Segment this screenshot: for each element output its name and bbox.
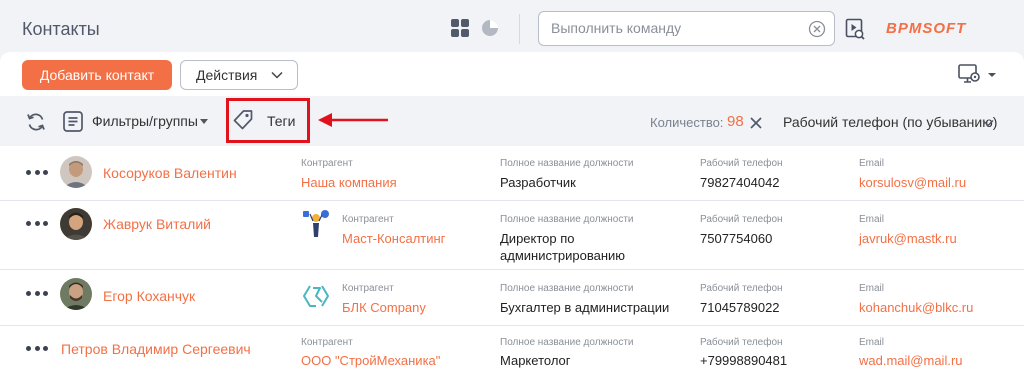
table-row[interactable]: Петров Владимир Сергеевич Контрагент ООО… (0, 326, 1024, 378)
work-phone-value[interactable]: 7507754060 (700, 230, 772, 247)
account-label: Контрагент (301, 337, 353, 348)
work-phone-label: Рабочий телефон (700, 283, 783, 294)
account-logo-icon (303, 285, 329, 307)
email-label: Email (859, 337, 885, 348)
filter-bar: Фильтры/группы Теги Количество: 98 Рабоч… (0, 96, 1024, 146)
account-link[interactable]: Наша компания (301, 174, 397, 191)
page-header: Контакты BPMSOFT (0, 0, 1024, 58)
contact-name[interactable]: Жаврук Виталий (103, 216, 211, 232)
email-link[interactable]: javruk@mastk.ru (859, 230, 957, 247)
email-link[interactable]: korsulosv@mail.ru (859, 174, 966, 191)
account-link[interactable]: БЛК Company (342, 299, 426, 316)
account-link[interactable]: ООО "СтройМеханика" (301, 352, 440, 369)
row-menu-icon[interactable] (26, 220, 48, 226)
avatar (60, 208, 92, 240)
job-title-value: Разработчик (500, 175, 576, 190)
table-row[interactable]: Егор Коханчук Контрагент БЛК Company Пол… (0, 270, 1024, 326)
job-title-label: Полное название должности (500, 158, 634, 169)
email-label: Email (859, 158, 885, 169)
email-label: Email (859, 283, 885, 294)
job-title-value-line2: администрированию (500, 248, 626, 263)
header-divider (519, 14, 520, 44)
view-settings-icon[interactable] (958, 64, 1000, 86)
account-label: Контрагент (342, 214, 394, 225)
work-phone-label: Рабочий телефон (700, 158, 783, 169)
close-icon[interactable] (750, 117, 762, 129)
dashboard-view-icon[interactable] (481, 19, 499, 37)
work-phone-label: Рабочий телефон (700, 337, 783, 348)
job-title-value: Бухгалтер в администрации (500, 300, 670, 315)
refresh-icon[interactable] (26, 112, 46, 132)
command-input[interactable] (551, 20, 801, 36)
annotation-arrow (318, 113, 388, 127)
record-count-label: Количество: (650, 115, 724, 130)
contact-name[interactable]: Петров Владимир Сергеевич (61, 341, 251, 357)
add-contact-button[interactable]: Добавить контакт (22, 60, 172, 90)
email-link[interactable]: kohanchuk@blkc.ru (859, 299, 973, 316)
grid-view-icon[interactable] (451, 19, 469, 37)
contact-name[interactable]: Егор Коханчук (103, 288, 195, 304)
row-menu-icon[interactable] (26, 345, 48, 351)
avatar (60, 278, 92, 310)
job-title-value: Директор по (500, 231, 575, 246)
chevron-down-icon (271, 71, 283, 79)
account-logo-icon (303, 210, 329, 237)
row-menu-icon[interactable] (26, 290, 48, 296)
contact-name[interactable]: Косоруков Валентин (103, 165, 237, 181)
tags-button[interactable]: Теги (267, 113, 295, 129)
job-title-label: Полное название должности (500, 214, 634, 225)
sort-dropdown[interactable]: Рабочий телефон (по убыванию) (783, 114, 997, 130)
job-title-label: Полное название должности (500, 337, 634, 348)
filters-groups-button[interactable]: Фильтры/группы (92, 113, 198, 129)
work-phone-value[interactable]: 79827404042 (700, 174, 780, 191)
account-label: Контрагент (342, 283, 394, 294)
action-toolbar: Добавить контакт Действия (0, 52, 1024, 96)
job-title-value: Маркетолог (500, 353, 571, 368)
account-link[interactable]: Маст-Консалтинг (342, 230, 445, 247)
work-phone-value[interactable]: +79998890481 (700, 352, 787, 369)
table-row[interactable]: Косоруков Валентин Контрагент Наша компа… (0, 146, 1024, 201)
bpmsoft-logo[interactable]: BPMSOFT (886, 20, 966, 37)
filter-list-icon[interactable] (63, 111, 83, 132)
clear-command-icon[interactable] (808, 20, 826, 38)
email-label: Email (859, 214, 885, 225)
caret-down-icon[interactable] (200, 119, 208, 124)
work-phone-label: Рабочий телефон (700, 214, 783, 225)
job-title-label: Полное название должности (500, 283, 634, 294)
chevron-down-icon[interactable] (982, 119, 994, 127)
avatar (60, 156, 92, 188)
row-menu-icon[interactable] (26, 169, 48, 175)
page-title: Контакты (22, 19, 100, 39)
table-row[interactable]: Жаврук Виталий Контрагент Маст-Консалтин… (0, 201, 1024, 270)
command-line[interactable] (538, 11, 835, 46)
actions-dropdown[interactable]: Действия (180, 60, 298, 90)
tag-icon[interactable] (232, 109, 254, 131)
email-link[interactable]: wad.mail@mail.ru (859, 352, 963, 369)
work-phone-value[interactable]: 71045789022 (700, 299, 780, 316)
record-count-value: 98 (727, 113, 744, 130)
process-play-icon[interactable] (845, 18, 865, 40)
contact-list: Косоруков Валентин Контрагент Наша компа… (0, 146, 1024, 378)
actions-label: Действия (196, 67, 258, 83)
account-label: Контрагент (301, 158, 353, 169)
